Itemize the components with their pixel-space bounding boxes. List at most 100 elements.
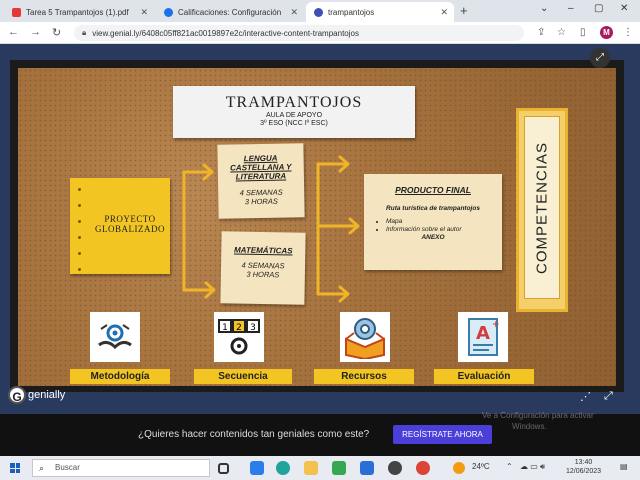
page-title: TRAMPANTOJOS — [225, 94, 363, 111]
url-text: view.genial.ly/6408c05ff821ac0019897e2c/… — [92, 28, 359, 38]
watermark-line: Windows. — [512, 422, 547, 431]
reload-icon[interactable]: ↻ — [52, 26, 61, 39]
arrow-to-mates — [182, 281, 216, 299]
share-icon[interactable]: ⇪ — [537, 27, 545, 38]
mates-card[interactable]: MATEMÁTICAS 4 SEMANAS 3 HORAS — [220, 231, 306, 305]
svg-text:+: + — [492, 320, 500, 330]
drive-icon[interactable] — [332, 461, 346, 475]
task-view-icon[interactable] — [218, 463, 229, 474]
genially-icon — [314, 7, 323, 17]
register-button[interactable]: REGÍSTRATE AHORA — [393, 425, 492, 444]
mates-title: MATEMÁTICAS — [233, 245, 293, 256]
genially-logo[interactable]: G genially — [8, 386, 65, 404]
weather-icon[interactable] — [453, 462, 465, 474]
corkboard-frame: TRAMPANTOJOS AULA DE APOYO 3º ESO (NCC I… — [10, 60, 624, 392]
svg-text:3: 3 — [250, 323, 256, 333]
forward-icon[interactable]: → — [30, 26, 41, 38]
url-field[interactable]: 🔒︎ view.genial.ly/6408c05ff821ac0019897e… — [74, 25, 524, 41]
proyecto-card[interactable]: PROYECTO GLOBALIZADO — [70, 178, 170, 274]
producto-ruta: Ruta turística de trampantojos — [386, 205, 480, 212]
close-window-button[interactable]: ✕ — [620, 3, 628, 14]
arrow-bottom-right — [316, 285, 350, 303]
mates-hours: 3 HORAS — [246, 269, 280, 280]
notification-icon[interactable]: ▤ — [620, 462, 628, 471]
competencias-label: COMPETENCIAS — [533, 141, 551, 274]
close-icon[interactable]: ✕ — [290, 7, 298, 18]
back-icon[interactable]: ← — [8, 26, 19, 38]
lengua-title: LENGUA CASTELLANA Y LITERATURA — [230, 153, 292, 182]
sidepanel-icon[interactable]: ▯ — [580, 27, 586, 38]
maximize-button[interactable]: ▢ — [594, 3, 603, 14]
tab-search-button[interactable]: ⌄ — [540, 3, 548, 14]
search-icon: ⌕ — [39, 463, 45, 473]
store-icon[interactable] — [250, 461, 264, 475]
tab-label: Calificaciones: Configuración — [178, 7, 282, 17]
minimize-button[interactable]: – — [568, 3, 574, 14]
menu-icon[interactable]: ⋮ — [623, 27, 633, 38]
close-icon[interactable]: ✕ — [440, 7, 448, 18]
producto-anexo: ANEXO — [421, 234, 445, 241]
fullscreen-icon[interactable]: ⤢ — [590, 48, 610, 68]
subtitle: AULA DE APOYO — [265, 112, 323, 119]
tray-icons[interactable]: ☁ ▭ 🔊︎ — [520, 462, 545, 472]
windows-activation-watermark: Ve a Configuración para activar Windows. — [482, 410, 594, 432]
watermark-line: Ve a Configuración para activar — [482, 411, 594, 420]
taskbar-search-input[interactable]: ⌕ Buscar — [32, 459, 210, 477]
app-icon[interactable] — [388, 461, 402, 475]
avatar[interactable]: M — [600, 26, 613, 39]
producto-list: Mapa Información sobre el autor — [386, 218, 502, 234]
svg-text:1: 1 — [222, 323, 228, 333]
lock-icon: 🔒︎ — [82, 28, 87, 37]
arrow-to-lengua — [182, 163, 214, 181]
edge-icon[interactable] — [276, 461, 290, 475]
list-item: Información sobre el autor — [386, 226, 502, 234]
chevron-up-icon[interactable]: ⌃ — [506, 462, 513, 471]
recursos-box-gear-icon[interactable] — [340, 312, 390, 362]
svg-text:2: 2 — [236, 323, 242, 333]
tab-label: Tarea 5 Trampantojos (1).pdf — [26, 7, 129, 17]
metodologia-gear-hands-icon[interactable] — [90, 312, 140, 362]
secuencia-123-gear-icon[interactable]: 1 2 3 — [214, 312, 264, 362]
close-icon[interactable]: ✕ — [140, 7, 148, 18]
address-bar: ← → ↻ 🔒︎ view.genial.ly/6408c05ff821ac00… — [0, 22, 640, 44]
browser-tab-bar: Tarea 5 Trampantojos (1).pdf ✕ Calificac… — [0, 0, 640, 22]
tab-pdf[interactable]: Tarea 5 Trampantojos (1).pdf ✕ — [4, 2, 154, 22]
mail-icon[interactable] — [360, 461, 374, 475]
tab-label: trampantojos — [328, 7, 375, 17]
chrome-icon[interactable] — [416, 461, 430, 475]
recursos-button[interactable]: Recursos — [314, 369, 414, 384]
temperature[interactable]: 24ºC — [472, 462, 490, 471]
evaluacion-button[interactable]: Evaluación — [434, 369, 534, 384]
list-item: Mapa — [386, 218, 502, 226]
svg-text:A: A — [476, 323, 490, 344]
arrow-to-producto — [318, 217, 360, 235]
bookmark-star-icon[interactable]: ☆ — [557, 27, 566, 38]
file-explorer-icon[interactable] — [304, 461, 318, 475]
lengua-card[interactable]: LENGUA CASTELLANA Y LITERATURA 4 SEMANAS… — [217, 143, 305, 219]
proyecto-label: PROYECTO GLOBALIZADO — [95, 214, 165, 234]
pdf-icon — [12, 7, 21, 17]
lengua-hours: 3 HORAS — [244, 196, 278, 207]
new-tab-button[interactable]: + — [460, 3, 468, 18]
expand-icon[interactable]: ⤢ — [604, 390, 613, 403]
subtitle-course: 3º ESO (NCC Iº ESC) — [260, 120, 328, 127]
time: 13:40 — [574, 459, 593, 466]
title-card: TRAMPANTOJOS AULA DE APOYO 3º ESO (NCC I… — [173, 86, 415, 138]
search-placeholder: Buscar — [55, 463, 80, 472]
windows-start-icon[interactable] — [10, 463, 20, 473]
promo-text: ¿Quieres hacer contenidos tan geniales c… — [138, 429, 370, 440]
secuencia-button[interactable]: Secuencia — [194, 369, 292, 384]
notebook-holes — [78, 188, 81, 284]
clock[interactable]: 13:40 12/06/2023 — [566, 458, 601, 476]
genially-viewer: TRAMPANTOJOS AULA DE APOYO 3º ESO (NCC I… — [0, 44, 640, 414]
moodle-icon — [164, 7, 173, 17]
arrow-top-right — [316, 155, 350, 173]
tab-calificaciones[interactable]: Calificaciones: Configuración ✕ — [156, 2, 304, 22]
metodologia-button[interactable]: Metodología — [70, 369, 170, 384]
competencias-card[interactable]: COMPETENCIAS — [516, 108, 568, 312]
competencias-inner: COMPETENCIAS — [524, 116, 560, 299]
producto-card[interactable]: PRODUCTO FINAL Ruta turística de trampan… — [364, 174, 502, 270]
tab-trampantojos[interactable]: trampantojos ✕ — [306, 2, 454, 22]
evaluacion-exam-icon[interactable]: A + — [458, 312, 508, 362]
share-icon[interactable]: ⋰ — [580, 390, 591, 403]
